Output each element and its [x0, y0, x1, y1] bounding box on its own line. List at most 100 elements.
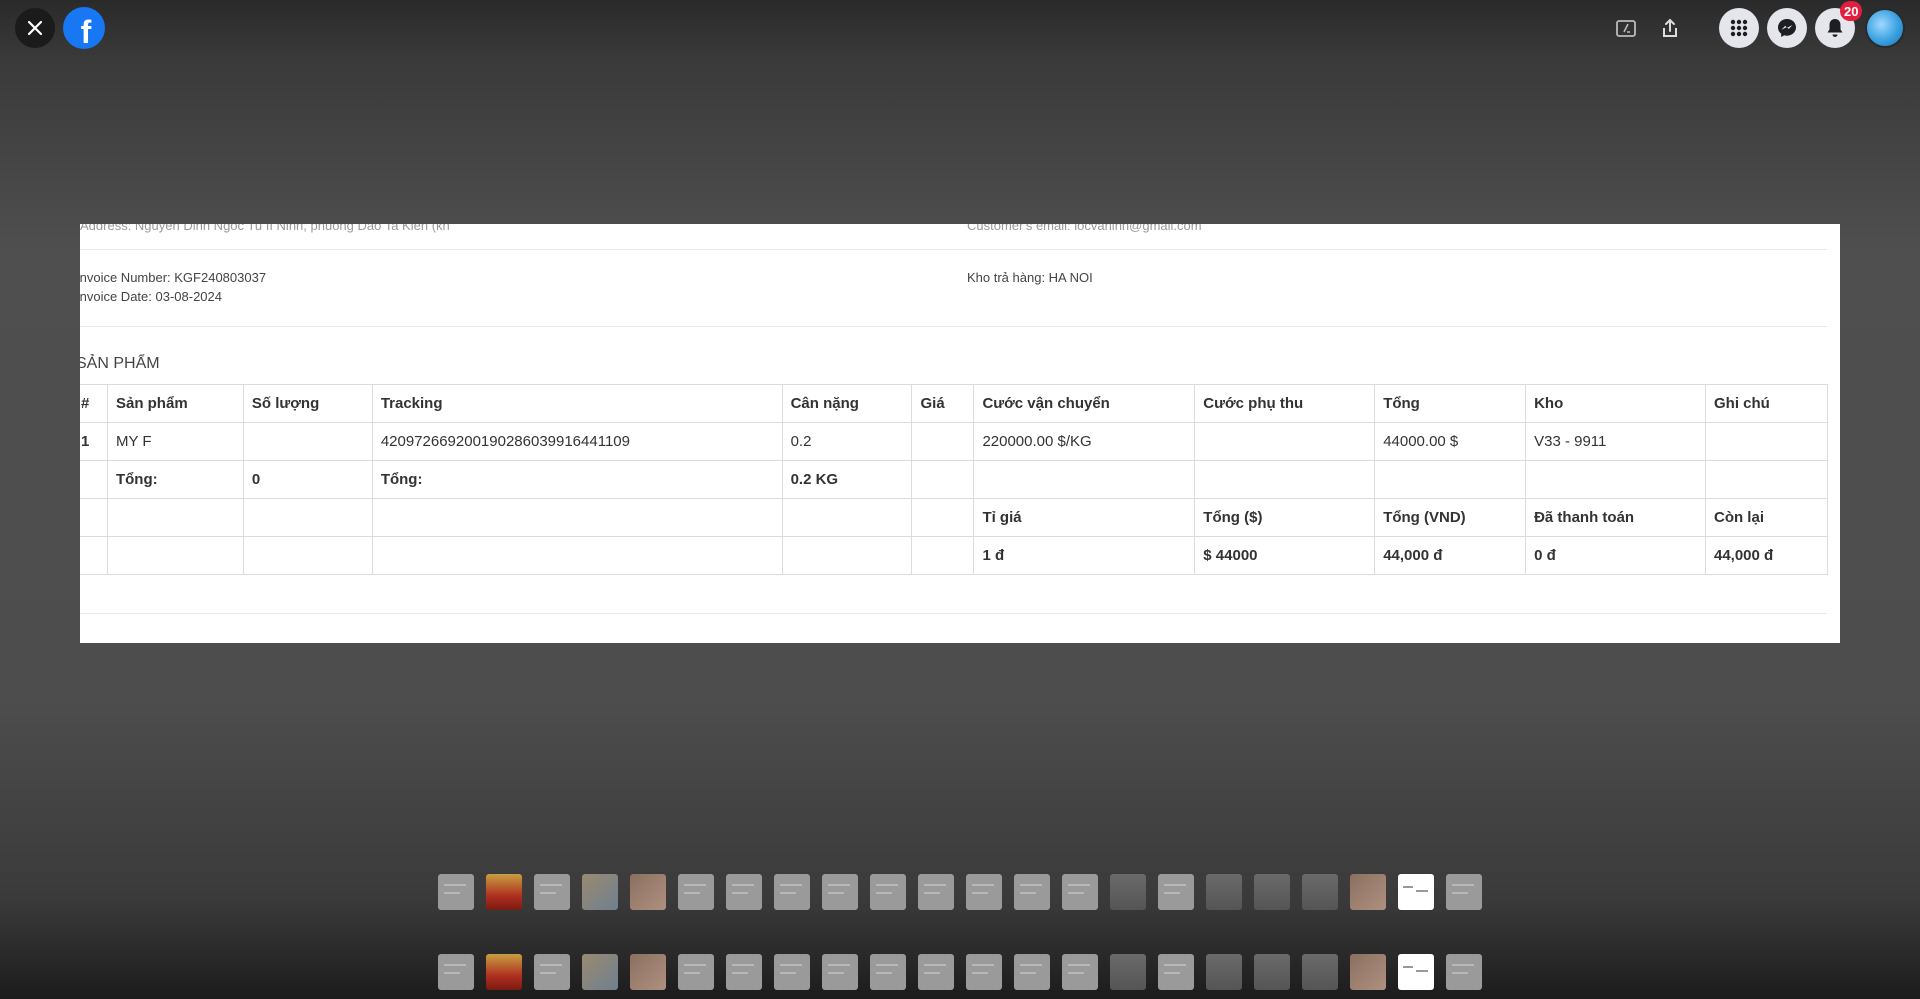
- products-table: # Sản phẩm Số lượng Tracking Cân nặng Gi…: [80, 384, 1829, 575]
- photo-thumbnail[interactable]: [1302, 954, 1338, 990]
- column-header: Cân nặng: [781, 384, 913, 423]
- cut-off-email-text: Customer's email: locvaninh@gmail.com: [967, 224, 1202, 233]
- edit-text-icon[interactable]: [1612, 14, 1640, 42]
- total-usd: $ 44000: [1194, 536, 1376, 575]
- photo-thumbnail[interactable]: [486, 954, 522, 990]
- invoice-image: Address: Nguyen Dinh Ngoc Tu II Ninh, ph…: [80, 224, 1840, 643]
- total-weight: 0.2 KG: [781, 460, 913, 499]
- photo-thumbnail[interactable]: [726, 954, 762, 990]
- photo-thumbnail[interactable]: [1158, 954, 1194, 990]
- divider: [80, 613, 1827, 614]
- facebook-logo-icon[interactable]: f: [63, 7, 105, 50]
- totals-label: Tổng:: [106, 460, 244, 499]
- photo-thumbnail[interactable]: [1062, 954, 1098, 990]
- photo-thumbnail[interactable]: [1254, 874, 1290, 910]
- totals-label: Tổng:: [371, 460, 783, 499]
- photo-thumbnail[interactable]: [1398, 954, 1434, 990]
- photo-thumbnail[interactable]: [1014, 954, 1050, 990]
- messenger-button[interactable]: [1767, 8, 1807, 48]
- column-header: Tracking: [371, 384, 783, 423]
- photo-thumbnail[interactable]: [438, 954, 474, 990]
- thumbnail-strip: [438, 954, 1482, 990]
- photo-thumbnail[interactable]: [1302, 874, 1338, 910]
- summary-header: Tổng (VND): [1374, 498, 1527, 537]
- close-icon: [27, 20, 43, 36]
- photo-thumbnail[interactable]: [582, 874, 618, 910]
- photo-thumbnail[interactable]: [1110, 874, 1146, 910]
- row-total: 44000.00 $: [1374, 422, 1527, 461]
- photo-thumbnail[interactable]: [630, 874, 666, 910]
- summary-header-row: Tỉ giá Tổng ($) Tổng (VND) Đã thanh toán…: [80, 498, 1829, 537]
- photo-thumbnail[interactable]: [918, 954, 954, 990]
- column-header: Tổng: [1374, 384, 1527, 423]
- exchange-rate: 1 đ: [973, 536, 1196, 575]
- surcharge: [1194, 422, 1376, 461]
- share-icon[interactable]: [1656, 14, 1684, 42]
- photo-thumbnail[interactable]: [870, 874, 906, 910]
- photo-thumbnail[interactable]: [534, 954, 570, 990]
- photo-thumbnail[interactable]: [678, 874, 714, 910]
- column-header: Ghi chú: [1704, 384, 1829, 423]
- total-vnd: 44,000 đ: [1374, 536, 1527, 575]
- photo-thumbnail[interactable]: [1350, 954, 1386, 990]
- photo-thumbnail[interactable]: [1206, 954, 1242, 990]
- column-header: Sản phẩm: [106, 384, 244, 423]
- photo-thumbnail[interactable]: [1446, 874, 1482, 910]
- column-header: Kho: [1525, 384, 1706, 423]
- photo-thumbnail[interactable]: [534, 874, 570, 910]
- menu-button[interactable]: [1719, 8, 1759, 48]
- photo-thumbnail[interactable]: [1446, 954, 1482, 990]
- row-index: 1: [80, 422, 108, 461]
- amount-remaining: 44,000 đ: [1704, 536, 1829, 575]
- photo-thumbnail[interactable]: [774, 874, 810, 910]
- thumbnail-strip: [438, 874, 1482, 910]
- photo-thumbnail[interactable]: [486, 874, 522, 910]
- column-header: Số lượng: [242, 384, 373, 423]
- photo-thumbnail[interactable]: [1254, 954, 1290, 990]
- summary-header: Đã thanh toán: [1525, 498, 1706, 537]
- table-row: 1 MY F 420972669200190286039916441109 0.…: [80, 422, 1829, 461]
- photo-thumbnail[interactable]: [1350, 874, 1386, 910]
- summary-value-row: 1 đ $ 44000 44,000 đ 0 đ 44,000 đ: [80, 536, 1829, 575]
- quantity: [242, 422, 373, 461]
- photo-thumbnail[interactable]: [1398, 874, 1434, 910]
- column-header: #: [80, 384, 108, 423]
- viewer-top-bar: f 20: [0, 0, 1920, 56]
- photo-thumbnail[interactable]: [1062, 874, 1098, 910]
- column-header: Giá: [911, 384, 975, 423]
- photo-thumbnail[interactable]: [582, 954, 618, 990]
- price: [911, 422, 975, 461]
- photo-thumbnail[interactable]: [870, 954, 906, 990]
- photo-thumbnail[interactable]: [630, 954, 666, 990]
- photo-thumbnail[interactable]: [966, 874, 1002, 910]
- photo-thumbnail[interactable]: [966, 954, 1002, 990]
- warehouse: V33 - 9911: [1525, 422, 1706, 461]
- photo-thumbnail[interactable]: [1158, 874, 1194, 910]
- amount-paid: 0 đ: [1525, 536, 1706, 575]
- summary-header: Tỉ giá: [973, 498, 1196, 537]
- close-button[interactable]: [15, 8, 55, 48]
- invoice-date: Invoice Date: 03-08-2024: [80, 289, 222, 304]
- photo-thumbnail[interactable]: [1014, 874, 1050, 910]
- total-quantity: 0: [242, 460, 373, 499]
- column-header: Cước phụ thu: [1194, 384, 1376, 423]
- product-name: MY F: [106, 422, 244, 461]
- photo-thumbnail[interactable]: [678, 954, 714, 990]
- shipping-fee: 220000.00 $/KG: [973, 422, 1196, 461]
- divider: [80, 326, 1827, 327]
- totals-row: Tổng: 0 Tổng: 0.2 KG: [80, 460, 1829, 499]
- photo-thumbnail[interactable]: [1206, 874, 1242, 910]
- photo-thumbnail[interactable]: [774, 954, 810, 990]
- photo-thumbnail[interactable]: [918, 874, 954, 910]
- photo-thumbnail[interactable]: [726, 874, 762, 910]
- cut-off-address-text: Address: Nguyen Dinh Ngoc Tu II Ninh, ph…: [80, 224, 450, 233]
- return-warehouse: Kho trả hàng: HA NOI: [967, 270, 1093, 285]
- photo-thumbnail[interactable]: [1110, 954, 1146, 990]
- photo-thumbnail[interactable]: [822, 874, 858, 910]
- photo-thumbnail[interactable]: [822, 954, 858, 990]
- notification-count-badge: 20: [1840, 1, 1863, 21]
- avatar[interactable]: [1865, 8, 1905, 48]
- invoice-number: Invoice Number: KGF240803037: [80, 270, 267, 285]
- messenger-icon: [1778, 19, 1796, 37]
- photo-thumbnail[interactable]: [438, 874, 474, 910]
